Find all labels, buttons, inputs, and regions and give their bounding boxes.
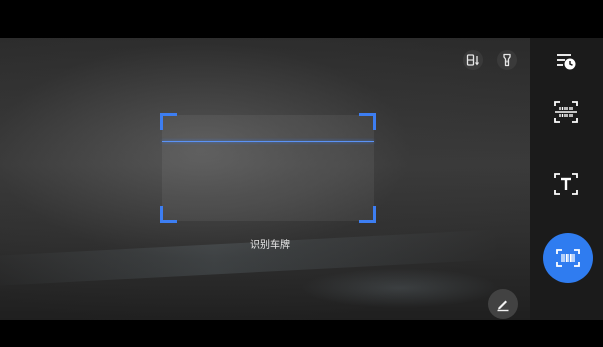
- scan-mode-button[interactable]: [543, 233, 593, 283]
- history-button[interactable]: [551, 46, 581, 76]
- scan-line: [162, 141, 374, 142]
- scan-frame: [160, 113, 376, 223]
- top-letterbox: [0, 0, 603, 38]
- flashlight-icon: [503, 53, 511, 67]
- text-recognition-icon: [554, 173, 578, 195]
- bottom-letterbox: [0, 320, 603, 347]
- history-icon: [557, 54, 576, 70]
- scan-hint-text: 识别车牌: [250, 240, 290, 251]
- edit-pen-icon: [497, 300, 509, 312]
- text-recognition-button[interactable]: [551, 169, 581, 199]
- edit-button[interactable]: [488, 289, 518, 319]
- scan-frame-corner-bottom-left: [160, 206, 177, 223]
- scan-frame-corner-bottom-right: [359, 206, 376, 223]
- scan-icon: [556, 249, 580, 267]
- flashlight-button[interactable]: [497, 50, 517, 70]
- barcode-scan-button[interactable]: [551, 97, 581, 127]
- background-light-glow: [300, 268, 500, 308]
- scan-frame-corner-top-right: [359, 113, 376, 130]
- scan-frame-corner-top-left: [160, 113, 177, 130]
- barcode-scan-icon: [554, 101, 578, 123]
- screen-orientation-icon: [466, 54, 479, 66]
- orientation-button[interactable]: [463, 50, 483, 70]
